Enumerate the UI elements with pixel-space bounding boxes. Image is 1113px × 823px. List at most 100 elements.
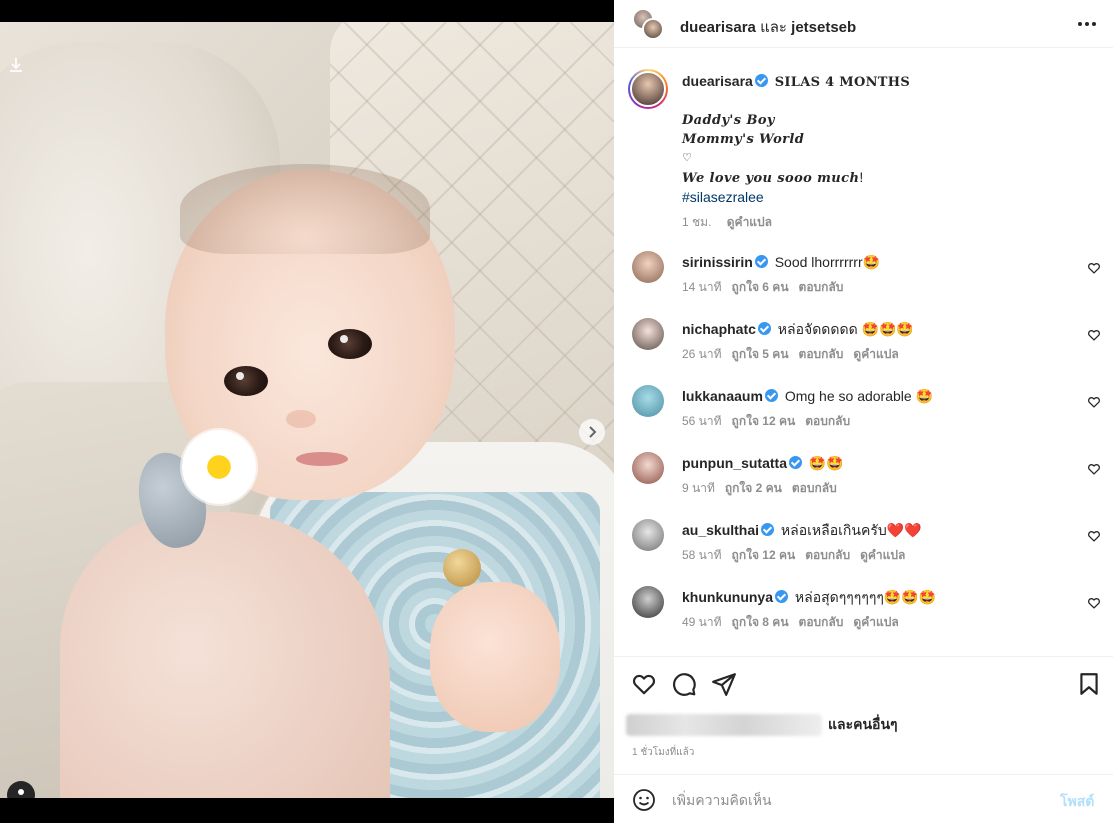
heart-icon[interactable] [1087,395,1101,409]
comment-time[interactable]: 49 นาที [682,615,722,629]
next-arrow-icon [589,426,597,438]
post-header: duearisara และ jetsetseb [614,0,1113,48]
reply-button[interactable]: ตอบกลับ [792,481,837,495]
comment-username[interactable]: nichaphatc [682,321,756,337]
post-comment-button[interactable]: โพสต์ [1060,791,1094,813]
comment-item: khunkununya หล่อสุดๆๆๆๆๆๆ🤩🤩🤩 49 นาที ถูกใจ… [614,584,1113,644]
comment-meta: 56 นาที ถูกใจ 12 คน ตอบกลับ [682,412,860,431]
caption-line: We love you sooo much [682,171,860,186]
verified-icon [761,523,775,536]
heart-icon[interactable] [1087,261,1101,275]
comment-meta: 49 นาที ถูกใจ 8 คน ตอบกลับ ดูคำแปล [682,613,909,632]
comment-likes[interactable]: ถูกใจ 6 คน [732,280,789,294]
comment-likes[interactable]: ถูกใจ 8 คน [732,615,789,629]
avatar [642,18,664,40]
post-actions: และคนอื่นๆ 1 ชั่วโมงที่แล้ว [614,656,1113,774]
translate-link[interactable]: ดูคำแปล [727,215,772,229]
avatar[interactable] [632,385,664,417]
comment-text: 🤩🤩 [808,455,844,471]
heart-icon[interactable] [1087,596,1101,610]
verified-icon [789,456,802,469]
next-slide-button[interactable] [579,419,605,445]
verified-icon [757,322,771,335]
comment-time[interactable]: 14 นาที [682,280,722,294]
photo-baby-nose [286,410,316,428]
comment-item: nichaphatc หล่อจัดดดดด 🤩🤩🤩 26 นาที ถูกใจ 5… [614,316,1113,376]
avatar[interactable] [632,318,664,350]
comment-username[interactable]: au_skulthai [682,522,759,538]
comment-likes[interactable]: ถูกใจ 2 คน [725,481,782,495]
caption-line: Daddy's Boy [682,113,775,128]
download-icon[interactable] [9,57,23,73]
photo-baby-mouth [296,452,348,466]
photo-baby-hair [180,164,430,254]
comment-time[interactable]: 58 นาที [682,548,722,562]
reply-button[interactable]: ตอบกลับ [799,615,844,629]
comment-username[interactable]: lukkanaaum [682,388,763,404]
comment-input[interactable] [672,788,1042,812]
comment-body: khunkununya หล่อสุดๆๆๆๆๆๆ🤩🤩🤩 [682,588,936,606]
avatar[interactable] [632,251,664,283]
heart-icon[interactable] [1087,328,1101,342]
comment-text: หล่อเหลือเกินครับ❤️❤️ [780,522,922,538]
comment-item: au_skulthai หล่อเหลือเกินครับ❤️❤️ 58 นาที… [614,517,1113,577]
comment-likes[interactable]: ถูกใจ 5 คน [732,347,789,361]
avatar[interactable] [632,519,664,551]
comment-text: หล่อสุดๆๆๆๆๆๆ🤩🤩🤩 [794,589,937,605]
heart-icon[interactable] [631,671,657,697]
likes-others-link[interactable]: และคนอื่นๆ [828,714,898,736]
comment-body: punpun_sutatta 🤩🤩 [682,454,844,472]
comment-username[interactable]: sirinissirin [682,254,753,270]
photo-daisy [182,430,256,504]
comments-scroll-area[interactable]: duearisara SILAS 4 MONTHS Daddy's Boy Mo… [614,48,1113,656]
caption-avatar[interactable] [628,69,668,109]
comment-time[interactable]: 56 นาที [682,414,722,428]
photo-baby-eye-right [328,329,372,359]
comment-likes[interactable]: ถูกใจ 12 คน [732,414,796,428]
author-username[interactable]: duearisara [680,19,756,36]
translate-link[interactable]: ดูคำแปล [860,548,905,562]
comment-username[interactable]: punpun_sutatta [682,455,787,471]
caption-line: Mommy's World [682,132,805,147]
reply-button[interactable]: ตอบกลับ [799,347,844,361]
more-options-icon[interactable] [1076,14,1098,34]
comment-meta: 9 นาที ถูกใจ 2 คน ตอบกลับ [682,479,847,498]
translate-link[interactable]: ดูคำแปล [853,615,898,629]
verified-icon [754,255,768,268]
emoji-icon[interactable] [632,788,656,812]
comment-likes[interactable]: ถูกใจ 12 คน [732,548,796,562]
caption-title: SILAS 4 MONTHS [774,75,911,90]
verified-icon [775,590,789,603]
caption-hashtag[interactable]: #silasezralee [682,188,1092,207]
caption-heart: ♡ [682,152,692,164]
comment-text: Sood lhorrrrrrr🤩 [774,254,881,270]
comment-username[interactable]: khunkununya [682,589,773,605]
comment-time[interactable]: 9 นาที [682,481,715,495]
share-icon[interactable] [711,671,737,697]
likes-summary: และคนอื่นๆ [626,711,898,739]
collab-avatars[interactable] [632,8,664,40]
post-time[interactable]: 1 ชั่วโมงที่แล้ว [632,745,694,760]
comment-item: sirinissirin Sood lhorrrrrrr🤩 14 นาที ถูกใ… [614,249,1113,309]
caption: duearisara SILAS 4 MONTHS Daddy's Boy Mo… [682,72,1092,232]
comment-icon[interactable] [671,671,697,697]
photo-baby-eye-left [224,366,268,396]
translate-link[interactable]: ดูคำแปล [853,347,898,361]
comment-time[interactable]: 26 นาที [682,347,722,361]
blurred-likers [626,714,822,736]
heart-icon[interactable] [1087,462,1101,476]
caption-username[interactable]: duearisara [682,73,753,89]
reply-button[interactable]: ตอบกลับ [805,414,850,428]
post-side-panel: duearisara และ jetsetseb duearisara SILA… [614,0,1113,823]
reply-button[interactable]: ตอบกลับ [799,280,844,294]
author-username[interactable]: jetsetseb [791,19,856,36]
avatar[interactable] [632,586,664,618]
avatar[interactable] [632,452,664,484]
photo-overall-button [443,549,481,587]
heart-icon[interactable] [1087,529,1101,543]
comment-meta: 26 นาที ถูกใจ 5 คน ตอบกลับ ดูคำแปล [682,345,909,364]
caption-time[interactable]: 1 ชม. [682,215,711,229]
reply-button[interactable]: ตอบกลับ [805,548,850,562]
save-icon[interactable] [1076,671,1102,697]
post-media[interactable] [0,22,614,798]
